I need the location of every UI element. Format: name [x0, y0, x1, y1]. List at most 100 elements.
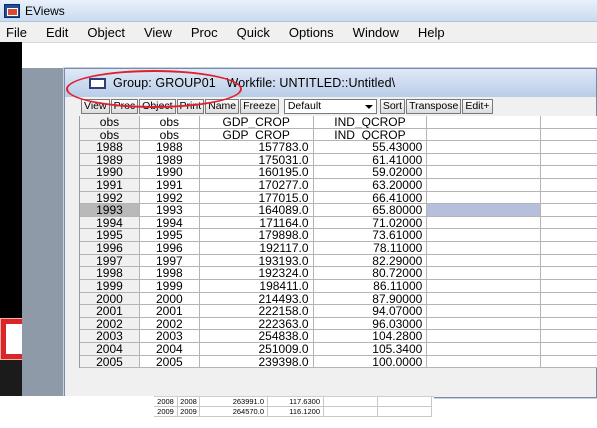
obs-cell[interactable]: 2001: [139, 305, 200, 318]
empty-cell[interactable]: [427, 292, 542, 306]
gdp-crop-cell[interactable]: GDP_CROP: [199, 128, 314, 142]
gdp-crop-cell[interactable]: 177015.0: [199, 191, 314, 205]
table-row[interactable]: 1988 1988 157783.0 55.43000: [80, 141, 597, 154]
table-row[interactable]: 1990 1990 160195.0 59.02000: [80, 166, 597, 180]
empty-cell[interactable]: [427, 279, 542, 293]
ind-qcrop-cell[interactable]: 94.07000: [313, 305, 428, 318]
gdp-crop-cell[interactable]: 192117.0: [199, 242, 314, 255]
obs-cell[interactable]: 1990: [139, 166, 200, 180]
menu-options[interactable]: Options: [289, 25, 334, 40]
obs-label-cell[interactable]: obs: [80, 128, 140, 142]
menu-proc[interactable]: Proc: [191, 25, 218, 40]
menu-edit[interactable]: Edit: [46, 25, 68, 40]
table-row[interactable]: 1994 1994 171164.0 71.02000: [80, 216, 597, 230]
table-row[interactable]: 2001 2001 222158.0 94.07000: [80, 305, 597, 318]
ind-qcrop-cell[interactable]: 65.80000: [313, 204, 428, 217]
table-row[interactable]: 1999 1999 198411.0 86.11000: [80, 279, 597, 293]
empty-cell[interactable]: [541, 330, 597, 343]
obs-label-cell[interactable]: 1998: [80, 267, 140, 280]
ind-qcrop-cell[interactable]: 87.90000: [313, 292, 428, 306]
table-row[interactable]: 2004 2004 251009.0 105.3400: [80, 342, 597, 356]
menu-help[interactable]: Help: [418, 25, 445, 40]
ind-qcrop-cell[interactable]: 96.03000: [313, 317, 428, 331]
empty-cell[interactable]: [427, 254, 542, 268]
obs-label-cell[interactable]: 1990: [80, 166, 140, 180]
obs-label-cell[interactable]: 1989: [80, 153, 140, 167]
table-row[interactable]: 1993 1993 164089.0 65.80000: [80, 204, 597, 217]
edit-plus-button[interactable]: Edit+: [462, 98, 493, 114]
obs-label-cell[interactable]: 2005: [80, 355, 140, 369]
empty-cell[interactable]: [427, 242, 542, 255]
gdp-crop-cell[interactable]: 239398.0: [199, 355, 314, 369]
menu-object[interactable]: Object: [87, 25, 125, 40]
obs-cell[interactable]: 1999: [139, 279, 200, 293]
obs-cell[interactable]: 2004: [139, 342, 200, 356]
obs-label-cell[interactable]: 1996: [80, 242, 140, 255]
obs-label-cell[interactable]: 2004: [80, 342, 140, 356]
empty-cell[interactable]: [541, 128, 597, 142]
gdp-crop-cell[interactable]: 171164.0: [199, 216, 314, 230]
obs-cell[interactable]: 1997: [139, 254, 200, 268]
obs-label-cell[interactable]: 2002: [80, 317, 140, 331]
empty-cell[interactable]: [541, 179, 597, 192]
table-row[interactable]: 2005 2005 239398.0 100.0000: [80, 355, 597, 369]
ind-qcrop-cell[interactable]: 104.2800: [313, 330, 428, 343]
empty-cell[interactable]: [427, 141, 542, 154]
ind-qcrop-cell[interactable]: 63.20000: [313, 179, 428, 192]
empty-cell[interactable]: [427, 305, 542, 318]
empty-cell[interactable]: [427, 191, 542, 205]
header-row[interactable]: obs obs GDP_CROP IND_QCROP: [80, 116, 597, 129]
sort-button[interactable]: Sort: [379, 98, 406, 114]
obs-label-cell[interactable]: 1994: [80, 216, 140, 230]
empty-cell[interactable]: [541, 229, 597, 243]
empty-cell[interactable]: [427, 116, 542, 129]
table-row[interactable]: 1998 1998 192324.0 80.72000: [80, 267, 597, 280]
empty-cell[interactable]: [427, 153, 542, 167]
obs-cell[interactable]: 1998: [139, 267, 200, 280]
ind-qcrop-cell[interactable]: 59.02000: [313, 166, 428, 180]
gdp-crop-cell[interactable]: 179898.0: [199, 229, 314, 243]
table-row[interactable]: 1989 1989 175031.0 61.41000: [80, 153, 597, 167]
gdp-crop-cell[interactable]: 157783.0: [199, 141, 314, 154]
empty-cell[interactable]: [541, 116, 597, 129]
gdp-crop-cell[interactable]: 192324.0: [199, 267, 314, 280]
empty-cell[interactable]: [427, 179, 542, 192]
obs-label-cell[interactable]: 1991: [80, 179, 140, 192]
ind-qcrop-cell[interactable]: 66.41000: [313, 191, 428, 205]
obs-cell[interactable]: 2000: [139, 292, 200, 306]
empty-cell[interactable]: [541, 317, 597, 331]
empty-cell[interactable]: [427, 166, 542, 180]
obs-cell[interactable]: 2003: [139, 330, 200, 343]
obs-cell[interactable]: 1989: [139, 153, 200, 167]
ind-qcrop-cell[interactable]: 80.72000: [313, 267, 428, 280]
gdp-crop-cell[interactable]: 251009.0: [199, 342, 314, 356]
empty-cell[interactable]: [427, 204, 542, 217]
obs-label-cell[interactable]: 2003: [80, 330, 140, 343]
table-row[interactable]: 2000 2000 214493.0 87.90000: [80, 292, 597, 306]
table-row[interactable]: 1997 1997 193193.0 82.29000: [80, 254, 597, 268]
empty-cell[interactable]: [541, 267, 597, 280]
empty-cell[interactable]: [541, 153, 597, 167]
menu-quick[interactable]: Quick: [237, 25, 270, 40]
obs-label-cell[interactable]: 1988: [80, 141, 140, 154]
ind-qcrop-cell[interactable]: 82.29000: [313, 254, 428, 268]
obs-label-cell[interactable]: 1993: [80, 204, 140, 217]
gdp-crop-cell[interactable]: 214493.0: [199, 292, 314, 306]
empty-cell[interactable]: [541, 254, 597, 268]
obs-cell[interactable]: obs: [139, 116, 200, 129]
gdp-crop-cell[interactable]: GDP_CROP: [199, 116, 314, 129]
gdp-crop-cell[interactable]: 193193.0: [199, 254, 314, 268]
table-row[interactable]: 1996 1996 192117.0 78.11000: [80, 242, 597, 255]
menu-file[interactable]: File: [6, 25, 27, 40]
empty-cell[interactable]: [427, 216, 542, 230]
transpose-button[interactable]: Transpose: [406, 98, 462, 114]
empty-cell[interactable]: [541, 141, 597, 154]
obs-cell[interactable]: 2002: [139, 317, 200, 331]
empty-cell[interactable]: [427, 355, 542, 369]
empty-cell[interactable]: [427, 342, 542, 356]
table-row[interactable]: 2002 2002 222363.0 96.03000: [80, 317, 597, 331]
empty-cell[interactable]: [427, 128, 542, 142]
table-row[interactable]: 1991 1991 170277.0 63.20000: [80, 179, 597, 192]
header-row[interactable]: obs obs GDP_CROP IND_QCROP: [80, 128, 597, 142]
table-row[interactable]: 1992 1992 177015.0 66.41000: [80, 191, 597, 205]
